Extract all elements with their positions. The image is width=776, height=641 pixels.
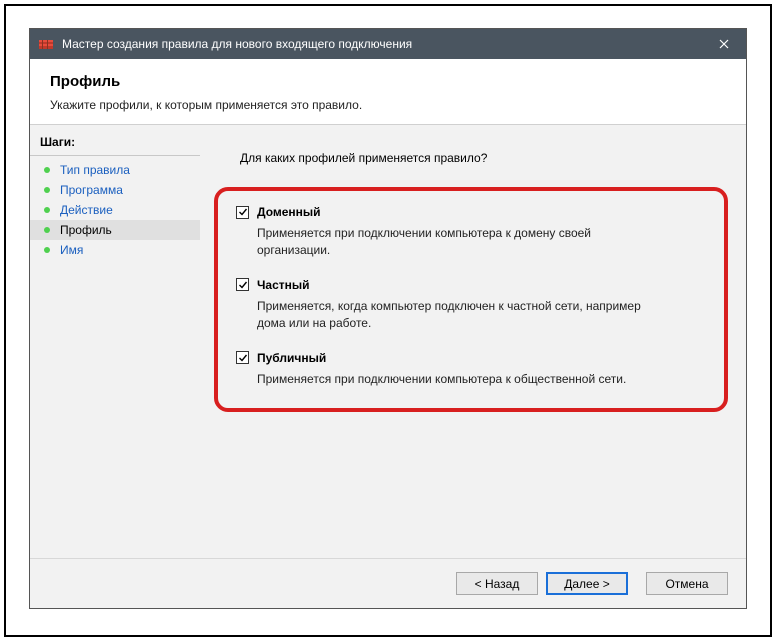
footer: < Назад Далее > Отмена [30, 558, 746, 608]
checkbox-description: Применяется при подключении компьютера к… [257, 225, 657, 260]
checkbox-description: Применяется, когда компьютер подключен к… [257, 298, 657, 333]
profile-option-public: Публичный Применяется при подключении ко… [236, 351, 702, 388]
step-bullet-icon [44, 187, 50, 193]
step-rule-type[interactable]: Тип правила [30, 160, 200, 180]
checkbox-domain[interactable] [236, 206, 249, 219]
checkbox-label: Доменный [257, 205, 321, 219]
sidebar-separator [30, 155, 200, 156]
checkbox-private[interactable] [236, 278, 249, 291]
checkbox-label: Частный [257, 278, 310, 292]
step-program[interactable]: Программа [30, 180, 200, 200]
cancel-button[interactable]: Отмена [646, 572, 728, 595]
step-profile[interactable]: Профиль [30, 220, 200, 240]
window-title: Мастер создания правила для нового входя… [62, 37, 701, 51]
step-bullet-icon [44, 227, 50, 233]
step-bullet-icon [44, 167, 50, 173]
step-label: Программа [60, 183, 123, 197]
content-area: Для каких профилей применяется правило? … [200, 125, 746, 558]
steps-sidebar: Шаги: Тип правила Программа Действие Про… [30, 125, 200, 558]
close-button[interactable] [701, 29, 746, 59]
page-title: Профиль [50, 73, 726, 90]
checkmark-icon [238, 353, 248, 363]
next-button[interactable]: Далее > [546, 572, 628, 595]
checkmark-icon [238, 207, 248, 217]
step-bullet-icon [44, 247, 50, 253]
wizard-window: Мастер создания правила для нового входя… [29, 28, 747, 609]
profile-option-domain: Доменный Применяется при подключении ком… [236, 205, 702, 260]
titlebar: Мастер создания правила для нового входя… [30, 29, 746, 59]
checkmark-icon [238, 280, 248, 290]
close-icon [719, 39, 729, 49]
profile-option-private: Частный Применяется, когда компьютер под… [236, 278, 702, 333]
checkbox-public[interactable] [236, 351, 249, 364]
step-action[interactable]: Действие [30, 200, 200, 220]
steps-heading: Шаги: [30, 133, 200, 153]
back-button[interactable]: < Назад [456, 572, 538, 595]
checkbox-description: Применяется при подключении компьютера к… [257, 371, 657, 388]
body: Шаги: Тип правила Программа Действие Про… [30, 125, 746, 558]
header: Профиль Укажите профили, к которым приме… [30, 59, 746, 124]
page-subtitle: Укажите профили, к которым применяется э… [50, 98, 726, 112]
step-label: Профиль [60, 223, 112, 237]
highlight-box: Доменный Применяется при подключении ком… [214, 187, 728, 412]
checkbox-label: Публичный [257, 351, 326, 365]
step-label: Действие [60, 203, 113, 217]
step-label: Имя [60, 243, 83, 257]
step-bullet-icon [44, 207, 50, 213]
step-label: Тип правила [60, 163, 130, 177]
content-question: Для каких профилей применяется правило? [240, 151, 716, 165]
step-name[interactable]: Имя [30, 240, 200, 260]
firewall-icon [38, 36, 54, 52]
